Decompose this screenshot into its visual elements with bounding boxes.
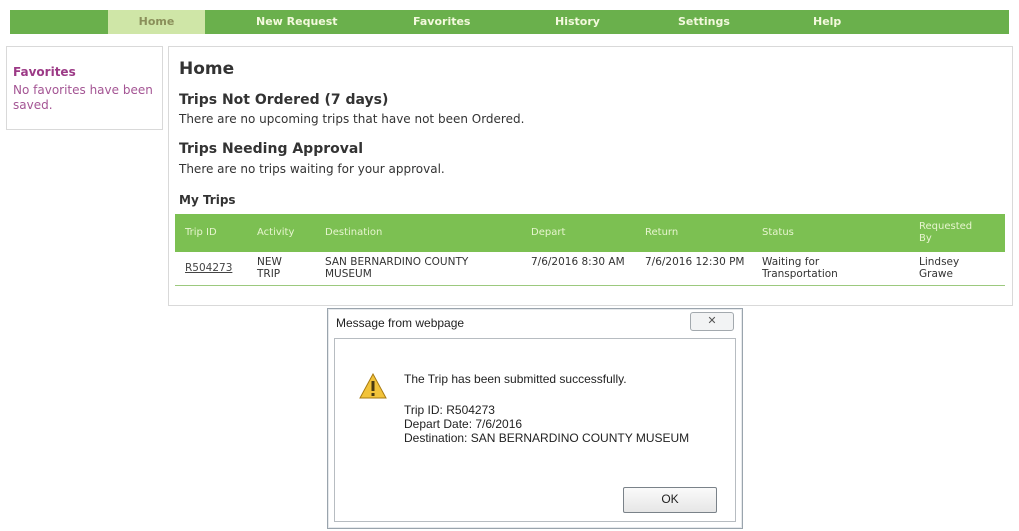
- favorites-sidebar: Favorites No favorites have been saved.: [6, 46, 163, 130]
- section-title-needing-approval: Trips Needing Approval: [179, 141, 364, 157]
- message-dialog: Message from webpage ✕ The Trip has been…: [327, 308, 743, 529]
- section-text-not-ordered: There are no upcoming trips that have no…: [179, 112, 525, 126]
- dialog-message: The Trip has been submitted successfully…: [404, 372, 627, 386]
- dialog-trip-id: Trip ID: R504273: [404, 403, 495, 417]
- ok-button[interactable]: OK: [623, 487, 717, 513]
- trip-activity: NEW TRIP: [257, 256, 282, 280]
- trip-id-link[interactable]: R504273: [185, 262, 232, 274]
- dialog-close-button[interactable]: ✕: [690, 312, 734, 331]
- column-header-destination[interactable]: Destination: [325, 214, 382, 252]
- nav-tab-new-request[interactable]: New Request: [256, 10, 338, 34]
- column-header-trip-id[interactable]: Trip ID: [185, 214, 217, 252]
- warning-icon: [359, 373, 387, 399]
- section-title-my-trips: My Trips: [179, 193, 236, 207]
- trip-depart: 7/6/2016 8:30 AM: [531, 256, 625, 268]
- dialog-details: Trip ID: R504273 Depart Date: 7/6/2016 D…: [404, 403, 689, 445]
- dialog-depart-date: Depart Date: 7/6/2016: [404, 417, 523, 431]
- nav-tab-help[interactable]: Help: [813, 10, 841, 34]
- column-header-return[interactable]: Return: [645, 214, 678, 252]
- table-row[interactable]: R504273 NEW TRIP SAN BERNARDINO COUNTY M…: [175, 252, 1005, 286]
- dialog-destination: Destination: SAN BERNARDINO COUNTY MUSEU…: [404, 431, 690, 445]
- nav-tab-settings[interactable]: Settings: [678, 10, 730, 34]
- section-text-needing-approval: There are no trips waiting for your appr…: [179, 162, 445, 176]
- nav-tab-history[interactable]: History: [555, 10, 600, 34]
- column-header-status[interactable]: Status: [762, 214, 794, 252]
- trip-requested-by: Lindsey Grawe: [919, 256, 960, 280]
- trip-status: Waiting for Transportation: [762, 256, 838, 280]
- sidebar-empty-text: No favorites have been saved.: [13, 83, 153, 112]
- trip-destination: SAN BERNARDINO COUNTY MUSEUM: [325, 256, 469, 280]
- top-nav: Home New Request Favorites History Setti…: [10, 10, 1009, 34]
- trips-table-header: Trip ID Activity Destination Depart Retu…: [175, 214, 1005, 252]
- sidebar-title: Favorites: [13, 65, 76, 79]
- nav-tab-favorites[interactable]: Favorites: [413, 10, 470, 34]
- dialog-body: The Trip has been submitted successfully…: [334, 338, 736, 522]
- trip-return: 7/6/2016 12:30 PM: [645, 256, 745, 268]
- main-panel: Home Trips Not Ordered (7 days) There ar…: [168, 46, 1013, 306]
- page-title: Home: [179, 59, 235, 79]
- column-header-depart[interactable]: Depart: [531, 214, 565, 252]
- nav-tab-home[interactable]: Home: [108, 10, 205, 34]
- dialog-title: Message from webpage: [336, 316, 465, 330]
- column-header-activity[interactable]: Activity: [257, 214, 294, 252]
- section-title-not-ordered: Trips Not Ordered (7 days): [179, 92, 389, 108]
